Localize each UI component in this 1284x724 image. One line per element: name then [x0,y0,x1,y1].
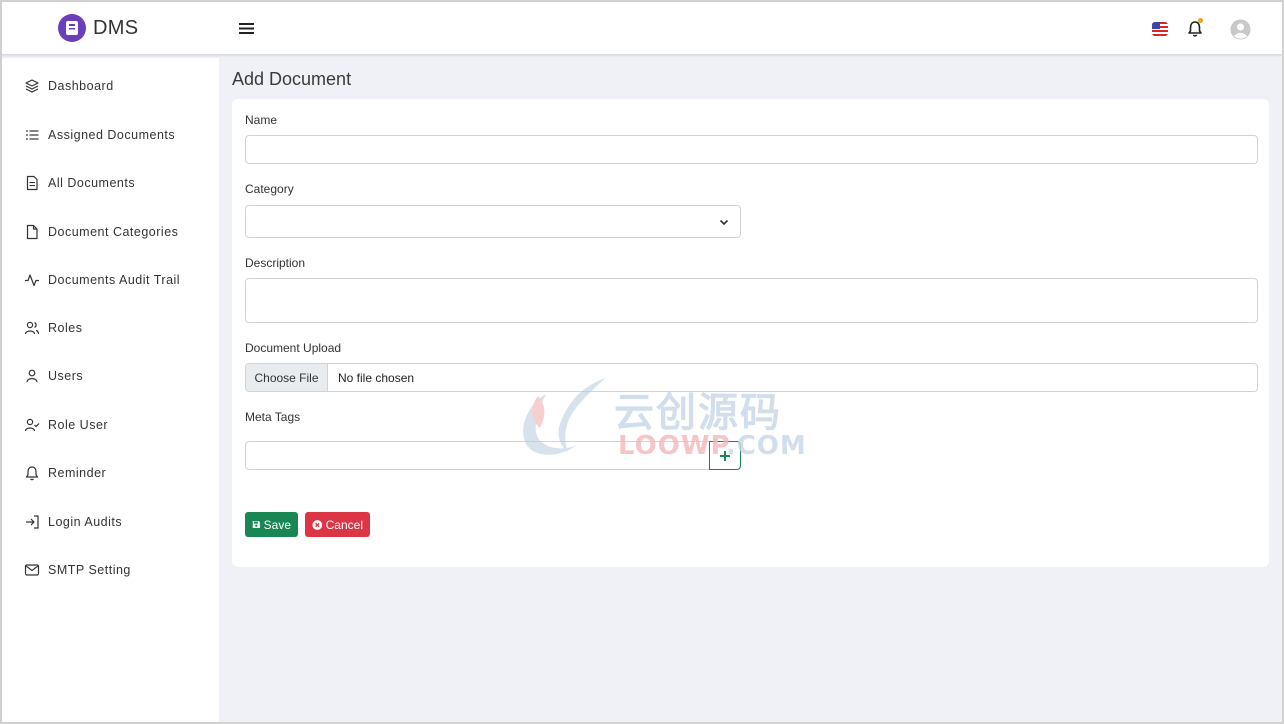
sidebar-item-label: Dashboard [48,79,114,93]
save-button[interactable]: Save [245,512,298,537]
hamburger-icon [239,23,254,34]
document-upload-input[interactable]: Choose File No file chosen [245,363,1258,392]
log-in-icon [26,515,39,529]
layers-icon [25,79,39,93]
name-input[interactable] [245,135,1258,164]
app-name: DMS [93,16,139,39]
description-label: Description [245,256,306,270]
list-icon [26,130,39,140]
plus-icon [720,450,730,461]
user-icon [26,369,38,383]
sidebar-item-label: Roles [48,321,83,335]
meta-tag-input[interactable] [245,441,711,470]
sidebar-item-dashboard[interactable]: Dashboard [24,76,114,96]
file-status-text: No file chosen [338,370,415,385]
mail-icon [24,564,40,576]
sidebar-item-roles[interactable]: Roles [24,318,82,338]
save-label: Save [263,517,291,532]
add-meta-tag-button[interactable] [709,441,741,470]
meta-tags-label: Meta Tags [245,410,301,424]
notification-dot [1198,18,1203,23]
choose-file-button[interactable]: Choose File [246,364,328,391]
sidebar-item-reminder[interactable]: Reminder [24,463,106,483]
sidebar-item-label: All Documents [48,176,136,190]
sidebar-item-label: SMTP Setting [48,563,131,577]
sidebar-item-assigned-documents[interactable]: Assigned Documents [24,125,175,145]
us-flag-icon [1152,22,1168,36]
sidebar-item-label: Role User [48,418,109,432]
file-icon [26,224,38,240]
cancel-label: Cancel [325,517,363,532]
menu-toggle-button[interactable] [238,20,256,41]
file-text-icon [26,175,38,191]
sidebar-item-label: Document Categories [48,225,179,239]
sidebar-item-label: Login Audits [48,515,123,529]
sidebar-item-label: Documents Audit Trail [48,273,181,287]
category-select[interactable] [245,205,741,238]
sidebar-item-smtp-setting[interactable]: SMTP Setting [24,560,131,580]
notifications-button[interactable] [1186,17,1206,44]
sidebar-item-role-user[interactable]: Role User [24,415,108,435]
user-check-icon [24,418,40,432]
users-icon [24,321,40,335]
sidebar: Dashboard Assigned Documents All Documen… [2,58,219,722]
save-icon [252,520,260,529]
activity-icon [25,274,39,287]
upload-label: Document Upload [245,341,342,355]
chevron-down-icon [719,219,729,226]
top-header: DMS [0,0,1284,54]
app-logo[interactable]: DMS [58,14,138,42]
category-label: Category [245,182,294,196]
times-circle-icon [312,519,323,530]
sidebar-item-documents-audit-trail[interactable]: Documents Audit Trail [24,270,180,290]
sidebar-item-label: Users [48,369,84,383]
cancel-button[interactable]: Cancel [305,512,370,537]
avatar-icon [1230,19,1251,40]
add-document-card [232,99,1269,567]
user-avatar-button[interactable] [1230,19,1251,45]
sidebar-item-label: Reminder [48,466,107,480]
language-flag-button[interactable] [1152,22,1168,41]
name-label: Name [245,113,278,127]
sidebar-item-label: Assigned Documents [48,128,176,142]
sidebar-item-document-categories[interactable]: Document Categories [24,222,178,242]
sidebar-item-users[interactable]: Users [24,366,83,386]
sidebar-item-login-audits[interactable]: Login Audits [24,512,122,532]
bell-icon [25,466,39,481]
sidebar-item-all-documents[interactable]: All Documents [24,173,135,193]
description-textarea[interactable] [245,278,1258,323]
bell-icon [1188,18,1203,37]
logo-icon [58,14,86,42]
page-title: Add Document [232,69,352,89]
